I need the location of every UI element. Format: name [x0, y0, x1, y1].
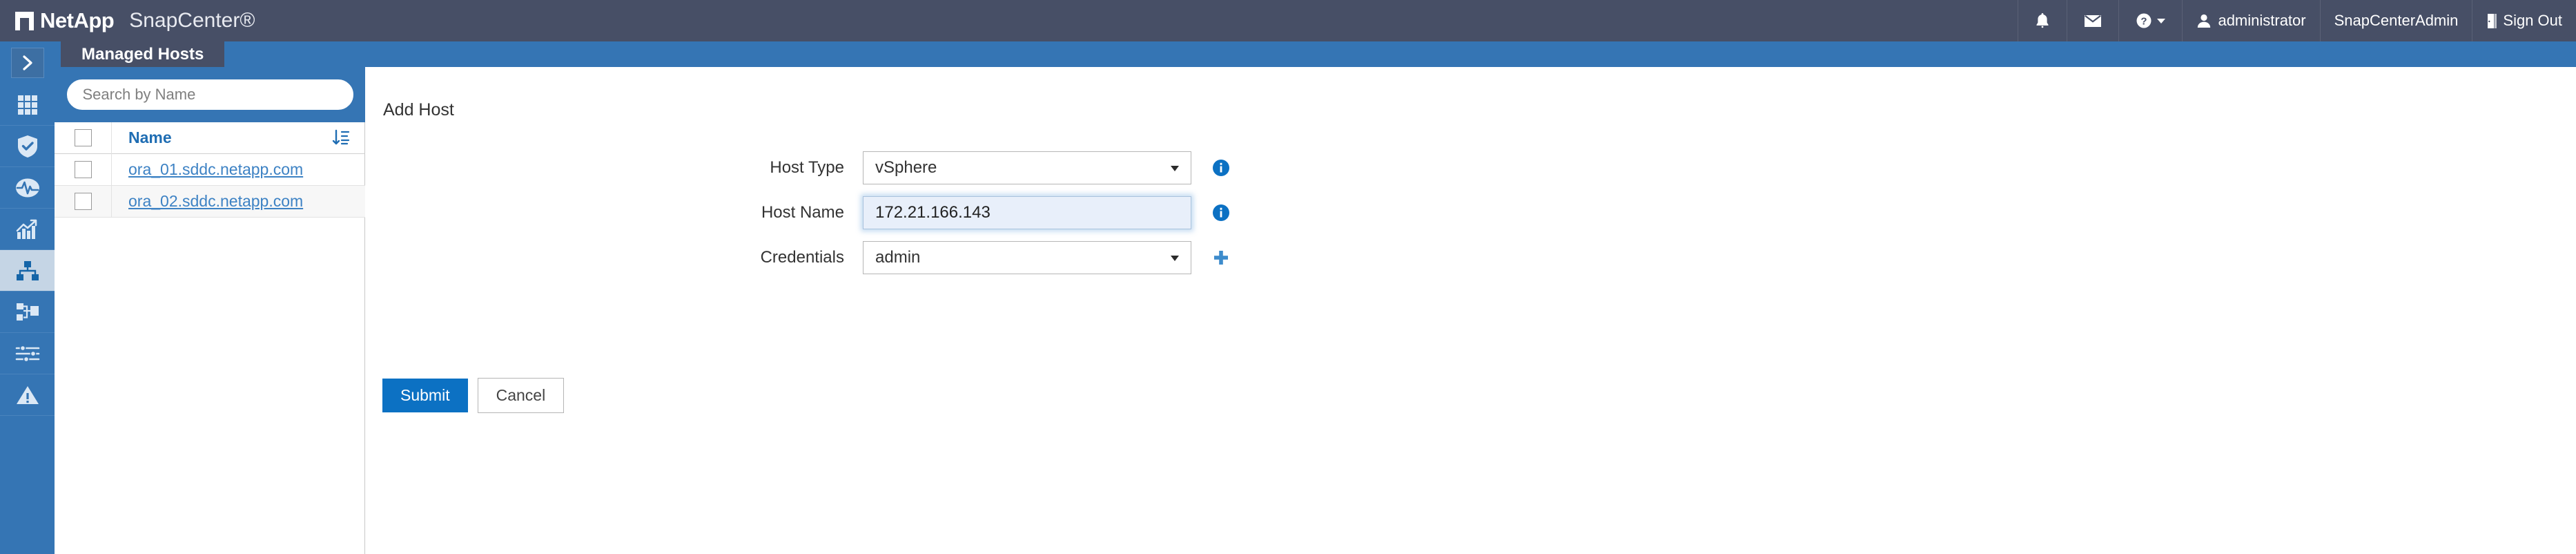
storage-nodes-icon: [16, 303, 39, 321]
cancel-button[interactable]: Cancel: [477, 378, 565, 413]
row-select-cell[interactable]: [55, 185, 112, 218]
envelope-icon: [2085, 15, 2102, 27]
table-row[interactable]: ora_01.sddc.netapp.com: [55, 153, 365, 186]
host-name-info[interactable]: [1212, 204, 1230, 222]
sidebar-item-dashboard[interactable]: [0, 84, 55, 126]
credentials-label: Credentials: [760, 248, 844, 267]
chevron-right-icon: [22, 55, 32, 70]
field-host-type: Host Type vSphere: [366, 151, 1230, 184]
host-link[interactable]: ora_01.sddc.netapp.com: [128, 160, 303, 178]
add-credential-button[interactable]: [1212, 249, 1230, 267]
info-icon: [1213, 160, 1229, 176]
page-title: Add Host: [383, 100, 454, 120]
sidebar-item-reports[interactable]: [0, 209, 55, 250]
question-circle-icon: ?: [2136, 13, 2151, 28]
bar-chart-trend-icon: [16, 219, 37, 239]
shield-check-icon: [17, 135, 37, 157]
tab-strip: Managed Hosts: [55, 41, 365, 67]
product-name: SnapCenter®: [129, 9, 255, 32]
hosts-hierarchy-icon: [16, 260, 39, 280]
brand-logo: NetApp SnapCenter®: [0, 8, 255, 33]
pulse-monitor-icon: [15, 178, 39, 197]
search-input[interactable]: [66, 79, 353, 110]
main-content: Add Host Host Type vSphere Host Name 172…: [366, 67, 2576, 554]
expand-sidebar-toggle[interactable]: [0, 41, 55, 84]
messages-button[interactable]: [2067, 0, 2118, 41]
help-button[interactable]: ?: [2118, 0, 2182, 41]
tab-label: Managed Hosts: [81, 44, 204, 64]
column-header-name[interactable]: Name: [112, 128, 332, 147]
user-name-label: administrator: [2218, 12, 2306, 29]
sidebar-item-hosts[interactable]: [0, 250, 55, 292]
sidebar-item-alerts[interactable]: [0, 374, 55, 416]
user-account-button[interactable]: administrator: [2182, 0, 2319, 41]
select-all-checkbox[interactable]: [74, 129, 92, 146]
role-label: SnapCenterAdmin: [2334, 12, 2459, 29]
person-icon: [2198, 14, 2211, 28]
sort-descending-icon[interactable]: [332, 129, 365, 147]
sidebar-item-settings[interactable]: [0, 333, 55, 374]
chevron-down-icon: [2157, 18, 2166, 23]
host-name-label: Host Name: [761, 203, 844, 222]
bell-icon: [2036, 13, 2049, 28]
netapp-logo-icon: [15, 11, 34, 30]
info-icon: [1213, 204, 1229, 221]
row-checkbox[interactable]: [74, 193, 92, 210]
grid-dashboard-icon: [17, 95, 37, 115]
field-credentials: Credentials admin: [366, 241, 1230, 274]
sliders-icon: [15, 345, 39, 362]
hosts-table: Name ora_01.sddc.netapp.com ora_02.sddc.…: [55, 122, 365, 218]
tab-managed-hosts[interactable]: Managed Hosts: [61, 41, 225, 67]
search-area: [55, 67, 365, 122]
host-name-input[interactable]: [863, 196, 1191, 229]
app-header: NetApp SnapCenter® ? administrator SnapC…: [0, 0, 2576, 41]
warning-triangle-icon: [16, 385, 39, 404]
managed-hosts-panel: Managed Hosts Name: [55, 41, 365, 554]
brand-name: NetApp: [40, 8, 115, 32]
svg-text:?: ?: [2141, 16, 2147, 28]
add-host-form: Host Type vSphere Host Name 172.21.166.1…: [366, 151, 1230, 286]
sidebar-nav: [0, 41, 55, 554]
field-host-name: Host Name: [366, 196, 1230, 229]
sidebar-item-monitor[interactable]: [0, 167, 55, 209]
host-type-label: Host Type: [770, 158, 844, 177]
sidebar-item-storage-systems[interactable]: [0, 292, 55, 333]
form-actions: Submit Cancel: [382, 378, 565, 413]
chevron-down-icon: [1171, 256, 1179, 261]
plus-icon: [1214, 251, 1228, 265]
credentials-select[interactable]: admin: [863, 241, 1191, 274]
table-header-row: Name: [55, 122, 365, 154]
role-label-button[interactable]: SnapCenterAdmin: [2319, 0, 2472, 41]
header-actions: ? administrator SnapCenterAdmin Sign Out: [2018, 0, 2576, 41]
credentials-value: admin: [875, 248, 921, 267]
select-all-cell[interactable]: [55, 122, 112, 154]
host-type-value: vSphere: [875, 158, 937, 177]
host-type-info[interactable]: [1212, 159, 1230, 177]
door-exit-icon: [2488, 13, 2497, 28]
row-select-cell[interactable]: [55, 153, 112, 186]
host-name-cell[interactable]: ora_01.sddc.netapp.com: [112, 160, 365, 179]
host-name-cell[interactable]: ora_02.sddc.netapp.com: [112, 192, 365, 211]
host-type-select[interactable]: vSphere: [863, 151, 1191, 184]
sidebar-item-resources[interactable]: [0, 126, 55, 167]
chevron-down-icon: [1171, 166, 1179, 171]
notifications-button[interactable]: [2018, 0, 2067, 41]
submit-button[interactable]: Submit: [382, 379, 468, 412]
sign-out-button[interactable]: Sign Out: [2472, 0, 2576, 41]
sub-navigation-bar: [0, 41, 2576, 108]
sign-out-label: Sign Out: [2503, 12, 2562, 29]
host-link[interactable]: ora_02.sddc.netapp.com: [128, 192, 303, 210]
table-row[interactable]: ora_02.sddc.netapp.com: [55, 185, 365, 218]
row-checkbox[interactable]: [74, 161, 92, 178]
